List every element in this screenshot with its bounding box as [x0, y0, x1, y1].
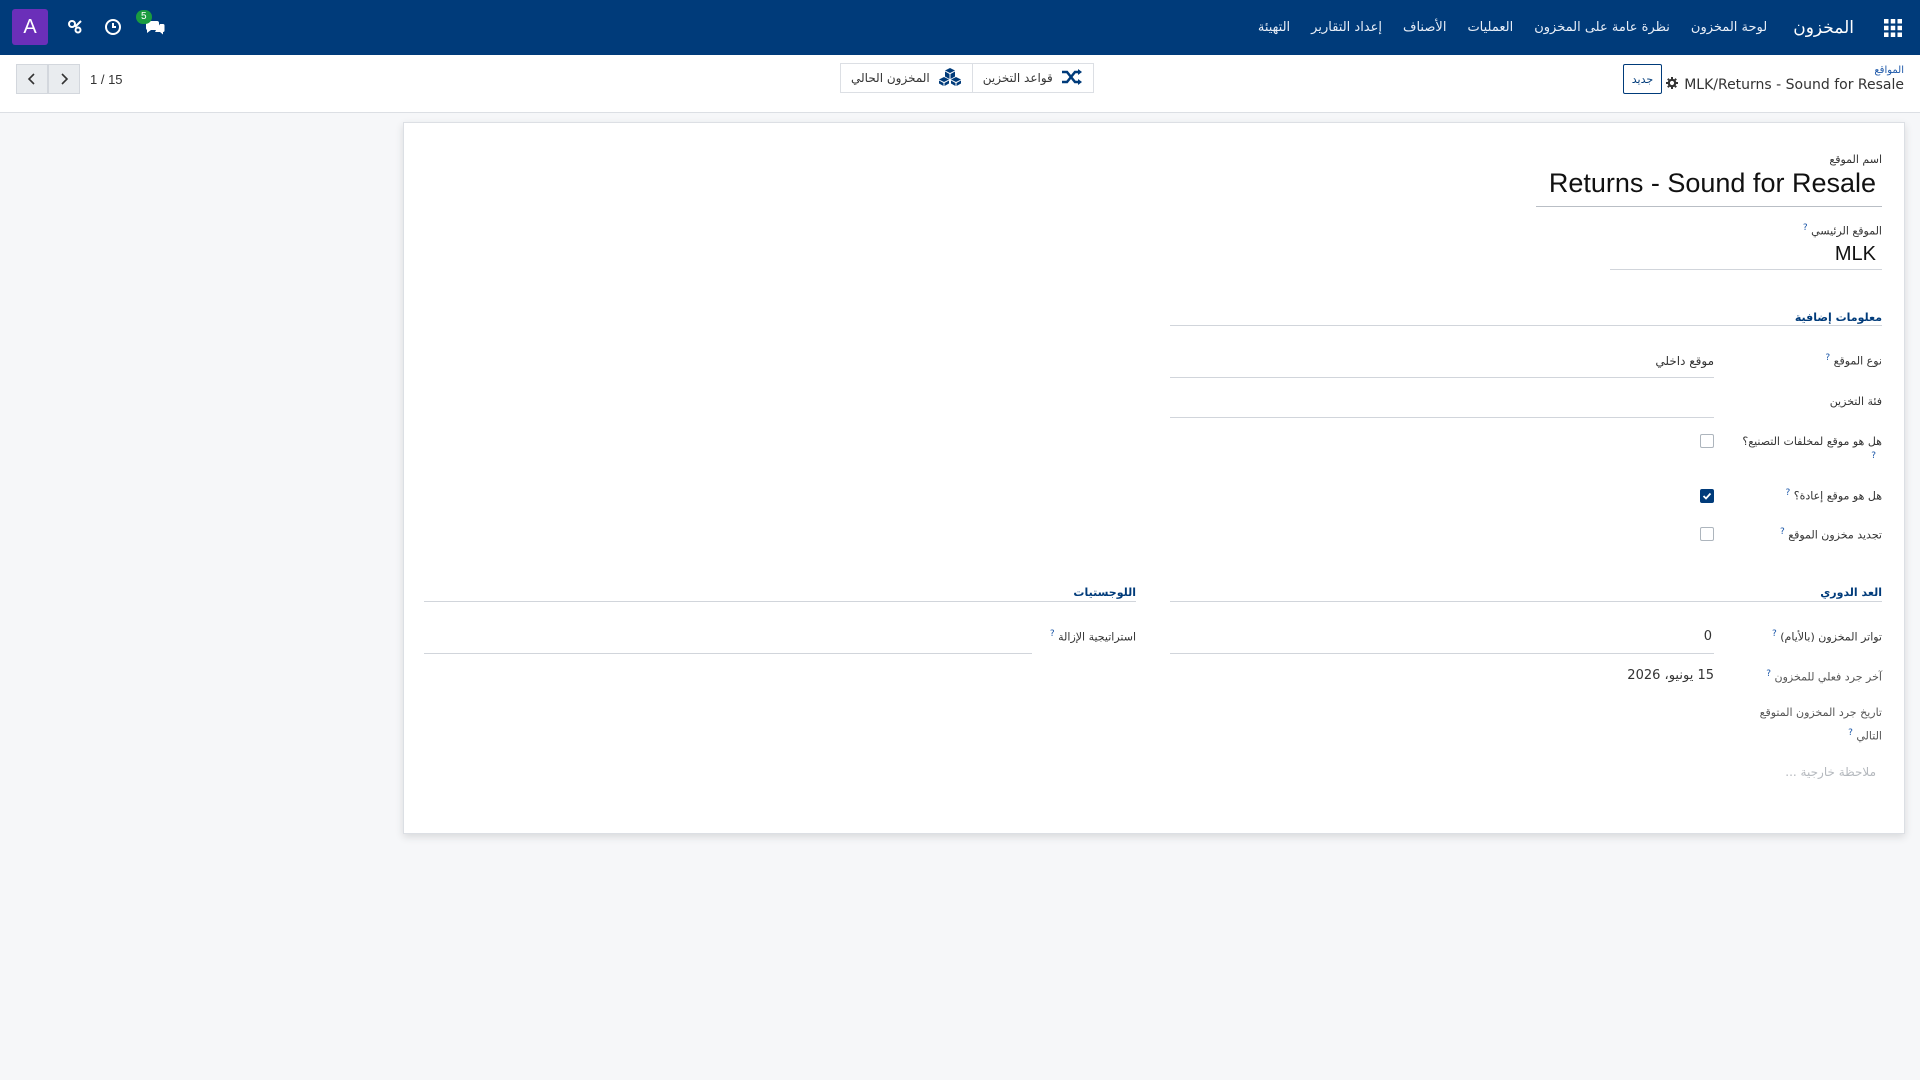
inventory-frequency-underline — [1170, 653, 1714, 654]
chat-icon[interactable]: 5 — [136, 10, 170, 38]
removal-strategy-underline — [424, 653, 1032, 654]
help-icon[interactable]: ? — [1825, 353, 1830, 363]
menu-overview[interactable]: نظرة عامة على المخزون — [1534, 20, 1670, 35]
location-name-input[interactable]: Returns - Sound for Resale — [1549, 168, 1876, 199]
replenish-location-label-text: تجديد مخزون الموقع — [1788, 528, 1882, 542]
pager-previous-button[interactable] — [16, 64, 48, 94]
storage-category-label: فئة التخزين — [1829, 395, 1882, 408]
location-type-underline — [1170, 377, 1714, 378]
parent-location-label-text: الموقع الرئيسي — [1811, 224, 1882, 238]
inventory-frequency-input[interactable]: 0 — [1704, 629, 1712, 644]
location-type-label: نوع الموقع ? — [1825, 353, 1882, 368]
next-inventory-label: تاريخ جرد المخزون المتوقع التالي ? — [1742, 703, 1882, 747]
new-button[interactable]: جديد — [1622, 64, 1663, 94]
navbar-systray: A 5 — [12, 9, 170, 45]
location-type-select[interactable]: موقع داخلي — [1655, 354, 1714, 368]
menu-configuration[interactable]: التهيئة — [1258, 20, 1290, 35]
breadcrumb: جديد المواقع MLK/Returns - Sound for Res… — [1617, 64, 1904, 94]
inventory-frequency-label: تواتر المخزون (بالأيام) ? — [1772, 629, 1882, 644]
apps-menu-icon[interactable] — [1882, 17, 1904, 39]
top-navbar: A 5 المخزون لوحة المخزون نظرة عامة على ا… — [0, 0, 1920, 55]
menu-dashboard[interactable]: لوحة المخزون — [1691, 20, 1767, 35]
replenish-location-checkbox[interactable] — [1700, 527, 1714, 541]
external-note-input[interactable]: ملاحظة خارجية ... — [1785, 765, 1876, 779]
parent-location-label: الموقع الرئيسي ? — [1803, 223, 1882, 238]
putaway-rules-button[interactable]: قواعد التخزين — [971, 64, 1093, 92]
inventory-frequency-label-text: تواتر المخزون (بالأيام) — [1780, 630, 1882, 644]
cubes-icon — [938, 67, 962, 90]
location-name-underline — [1536, 206, 1882, 207]
removal-strategy-label: استراتيجية الإزالة ? — [1050, 629, 1136, 644]
messages-badge: 5 — [136, 10, 152, 24]
breadcrumb-current-label: MLK/Returns - Sound for Resale — [1684, 77, 1904, 93]
additional-info-title: معلومات إضافية — [1794, 311, 1882, 324]
chevron-left-icon — [27, 70, 37, 89]
form-sheet: اسم الموقع Returns - Sound for Resale ال… — [403, 122, 1905, 834]
help-icon[interactable]: ? — [1050, 629, 1055, 639]
pager: 1 / 15 — [16, 64, 123, 94]
parent-location-underline — [1610, 269, 1882, 270]
scrap-location-label-text: هل هو موقع لمخلفات التصنيع؟ — [1742, 435, 1882, 448]
chevron-right-icon — [59, 70, 69, 89]
menu-reporting[interactable]: إعداد التقارير — [1311, 20, 1382, 35]
section-divider — [1170, 601, 1882, 602]
location-name-label: اسم الموقع — [1829, 153, 1882, 166]
breadcrumb-parent[interactable]: المواقع — [1666, 65, 1904, 77]
next-inventory-label-line2: التالي — [1856, 729, 1882, 743]
last-inventory-label-text: آخر جرد فعلي للمخزون — [1774, 670, 1882, 684]
return-location-label: هل هو موقع إعادة؟ ? — [1785, 488, 1882, 503]
next-inventory-label-line1: تاريخ جرد المخزون المتوقع — [1759, 706, 1882, 719]
clock-icon[interactable] — [102, 16, 124, 38]
app-brand[interactable]: المخزون — [1793, 18, 1854, 38]
section-divider — [1170, 325, 1882, 326]
help-icon[interactable]: ? — [1772, 629, 1777, 639]
removal-strategy-label-text: استراتيجية الإزالة — [1058, 630, 1136, 644]
parent-location-input[interactable]: MLK — [1835, 243, 1876, 266]
replenish-location-label: تجديد مخزون الموقع ? — [1780, 527, 1882, 542]
return-location-label-text: هل هو موقع إعادة؟ — [1793, 489, 1882, 503]
smart-buttons: قواعد التخزين المخزون الحالي — [840, 63, 1094, 93]
last-inventory-label: آخر جرد فعلي للمخزون ? — [1766, 669, 1882, 684]
last-inventory-value: 15 يونيو، 2026 — [1627, 668, 1714, 683]
help-icon[interactable]: ? — [1848, 728, 1853, 738]
breadcrumb-current: MLK/Returns - Sound for Resale — [1666, 77, 1904, 93]
gear-icon[interactable] — [1666, 77, 1679, 93]
removal-strategy-select[interactable] — [424, 629, 1032, 653]
menu-operations[interactable]: العمليات — [1467, 20, 1513, 35]
help-icon[interactable]: ? — [1871, 451, 1882, 461]
scrap-location-label: هل هو موقع لمخلفات التصنيع؟ ? — [1732, 435, 1882, 461]
current-stock-label: المخزون الحالي — [851, 71, 930, 85]
help-icon[interactable]: ? — [1803, 223, 1808, 233]
control-panel: جديد المواقع MLK/Returns - Sound for Res… — [0, 55, 1920, 113]
help-icon[interactable]: ? — [1766, 669, 1771, 679]
menu-products[interactable]: الأصناف — [1403, 20, 1446, 35]
storage-category-underline — [1170, 417, 1714, 418]
current-stock-button[interactable]: المخزون الحالي — [841, 64, 972, 92]
scrap-location-checkbox[interactable] — [1700, 434, 1714, 448]
storage-category-input[interactable] — [1170, 395, 1714, 417]
tools-icon[interactable] — [64, 16, 86, 38]
cyclic-counting-title: العد الدوري — [1820, 586, 1882, 599]
help-icon[interactable]: ? — [1780, 527, 1785, 537]
navbar-menu: المخزون لوحة المخزون نظرة عامة على المخز… — [1237, 0, 1904, 55]
logistics-title: اللوجستيات — [1073, 586, 1136, 599]
location-type-label-text: نوع الموقع — [1833, 354, 1882, 368]
pager-value[interactable]: 1 / 15 — [90, 72, 123, 87]
user-avatar[interactable]: A — [12, 9, 48, 45]
return-location-checkbox[interactable] — [1700, 489, 1714, 503]
help-icon[interactable]: ? — [1785, 488, 1790, 498]
breadcrumb-text: المواقع MLK/Returns - Sound for Resale — [1666, 65, 1904, 93]
section-divider — [424, 601, 1136, 602]
shuffle-icon — [1061, 68, 1083, 89]
pager-next-button[interactable] — [48, 64, 80, 94]
putaway-rules-label: قواعد التخزين — [982, 71, 1053, 85]
